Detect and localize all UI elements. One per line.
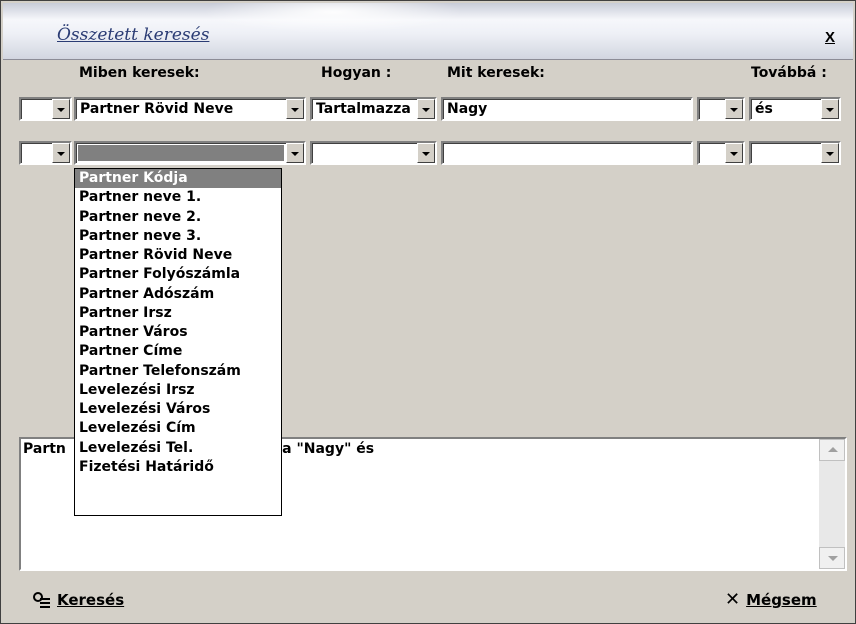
dropdown-option[interactable]: Partner Címe — [75, 342, 281, 361]
dropdown-option[interactable]: Levelezési Város — [75, 400, 281, 419]
title-glow — [203, 3, 463, 33]
row1-what-input[interactable]: Nagy — [441, 97, 693, 121]
dropdown-option[interactable]: Fizetési Határidő — [75, 458, 281, 477]
search-icon — [33, 591, 51, 609]
dropdown-option[interactable]: Levelezési Irsz — [75, 381, 281, 400]
row2-how-combo[interactable] — [310, 141, 437, 165]
close-icon: ✕ — [725, 589, 741, 610]
dropdown-option[interactable]: Levelezési Tel. — [75, 439, 281, 458]
row2-field-combo[interactable] — [74, 141, 306, 165]
dropdown-option[interactable]: Partner neve 3. — [75, 227, 281, 246]
dropdown-option[interactable]: Partner Kódja — [75, 169, 281, 189]
row1-next-combo[interactable]: és — [749, 97, 841, 121]
row1-prefix-combo[interactable] — [19, 97, 72, 121]
chevron-down-icon[interactable] — [417, 143, 435, 163]
title-bar: Összetett keresés X — [3, 3, 853, 60]
chevron-down-icon[interactable] — [821, 99, 839, 119]
row1-suffix-combo[interactable] — [697, 97, 745, 121]
header-how: Hogyan : — [321, 65, 392, 81]
dropdown-option[interactable]: Partner Város — [75, 323, 281, 342]
scroll-up-icon[interactable] — [819, 439, 845, 461]
cancel-button-label: Mégsem — [746, 591, 817, 609]
row1-field-combo[interactable]: Partner Rövid Neve — [74, 97, 306, 121]
row1-field-value: Partner Rövid Neve — [80, 101, 234, 117]
cancel-button[interactable]: ✕ Mégsem — [725, 589, 817, 610]
memo-text-left: Partn — [23, 441, 66, 457]
row2-what-input[interactable] — [441, 141, 693, 165]
dropdown-option[interactable]: Partner Folyószámla — [75, 265, 281, 284]
dropdown-option[interactable]: Partner neve 1. — [75, 188, 281, 207]
row1-how-value: Tartalmazza — [316, 101, 411, 117]
dropdown-option[interactable]: Partner Adószám — [75, 285, 281, 304]
row1-what-value: Nagy — [447, 101, 488, 117]
chevron-down-icon[interactable] — [286, 143, 304, 163]
dropdown-option[interactable]: Partner Irsz — [75, 304, 281, 323]
dropdown-option[interactable]: Partner Rövid Neve — [75, 246, 281, 265]
chevron-down-icon[interactable] — [417, 99, 435, 119]
row2-field-value — [78, 145, 284, 161]
chevron-down-icon[interactable] — [725, 143, 743, 163]
field-dropdown-list[interactable]: Partner Kódja Partner neve 1. Partner neve… — [74, 168, 282, 516]
search-button-label: Keresés — [57, 591, 125, 609]
chevron-down-icon[interactable] — [286, 99, 304, 119]
header-field: Miben keresek: — [79, 65, 200, 81]
dropdown-option[interactable]: Partner neve 2. — [75, 208, 281, 227]
chevron-down-icon[interactable] — [821, 143, 839, 163]
row2-prefix-combo[interactable] — [19, 141, 72, 165]
memo-scrollbar[interactable] — [819, 439, 845, 569]
scroll-down-icon[interactable] — [819, 547, 845, 569]
chevron-down-icon[interactable] — [52, 99, 70, 119]
dropdown-option[interactable]: Levelezési Cím — [75, 419, 281, 438]
dropdown-option[interactable]: Partner Telefonszám — [75, 362, 281, 381]
header-what: Mit keresek: — [447, 65, 545, 81]
window-title: Összetett keresés — [57, 25, 210, 45]
row1-next-value: és — [755, 101, 773, 117]
chevron-down-icon[interactable] — [52, 143, 70, 163]
dialog-window: Összetett keresés X Miben keresek: Hogya… — [0, 0, 856, 624]
search-button[interactable]: Keresés — [33, 591, 124, 609]
memo-text-right: za "Nagy" és — [274, 441, 375, 457]
row2-next-combo[interactable] — [749, 141, 841, 165]
chevron-down-icon[interactable] — [725, 99, 743, 119]
row1-how-combo[interactable]: Tartalmazza — [310, 97, 437, 121]
row2-suffix-combo[interactable] — [697, 141, 745, 165]
close-button[interactable]: X — [825, 29, 835, 46]
header-next: Továbbá : — [751, 65, 827, 81]
